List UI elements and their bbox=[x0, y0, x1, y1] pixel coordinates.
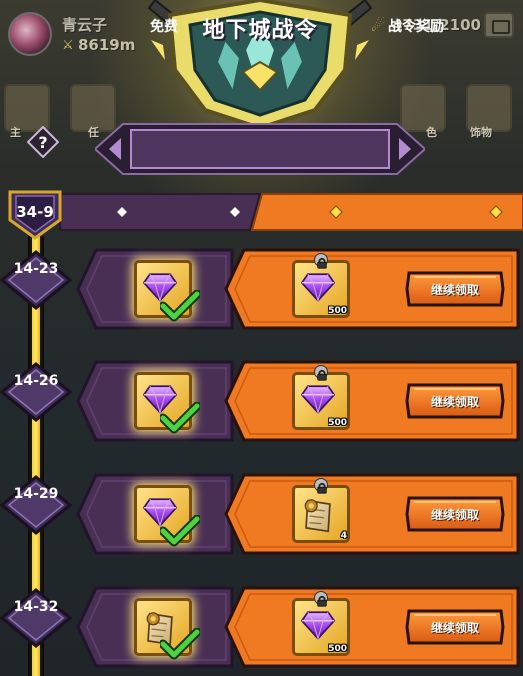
claimed-check bbox=[158, 627, 202, 664]
lock-icon bbox=[317, 595, 327, 607]
tab-header bbox=[59, 193, 523, 231]
row-level-diamond bbox=[0, 250, 72, 310]
row-level-text: 14-29 bbox=[13, 486, 59, 502]
free-reward-item[interactable] bbox=[134, 598, 202, 660]
item-count: 4 bbox=[340, 531, 347, 541]
paid-reward-item[interactable]: 4 bbox=[292, 478, 350, 543]
paid-reward-item[interactable]: 500 bbox=[292, 365, 350, 430]
current-level-text: 34-9 bbox=[16, 203, 54, 221]
help-button[interactable]: ? bbox=[27, 126, 59, 158]
reward-row: 14-29 4 继续领取 bbox=[0, 473, 523, 561]
continue-claim-button[interactable]: 继续领取 bbox=[405, 270, 505, 308]
claim-button-label: 继续领取 bbox=[430, 508, 479, 522]
lock-badge bbox=[314, 365, 328, 381]
title-banner bbox=[95, 123, 425, 175]
paid-reward-item[interactable]: 500 bbox=[292, 253, 350, 318]
tab-paid[interactable]: 战令奖励 bbox=[388, 16, 444, 36]
free-reward-item[interactable] bbox=[134, 372, 202, 434]
purple-gem-icon bbox=[300, 273, 336, 303]
checkmark-icon bbox=[158, 289, 202, 322]
row-level-diamond bbox=[0, 362, 72, 422]
checkmark-icon bbox=[158, 627, 202, 660]
item-slot-icon bbox=[300, 272, 336, 306]
player-avatar[interactable] bbox=[8, 12, 52, 56]
continue-claim-button[interactable]: 继续领取 bbox=[405, 495, 505, 533]
purple-gem-icon bbox=[300, 385, 336, 415]
checkmark-icon bbox=[158, 401, 202, 434]
reward-row: 14-32 500 继续领取 bbox=[0, 586, 523, 674]
row-level-text: 14-26 bbox=[13, 373, 59, 389]
free-reward-item[interactable] bbox=[134, 485, 202, 547]
tab-free[interactable]: 免费 bbox=[150, 16, 178, 36]
free-reward-item[interactable] bbox=[134, 260, 202, 322]
side-button-main-label: 主 bbox=[10, 126, 21, 139]
row-level-text: 14-23 bbox=[13, 261, 59, 277]
paid-reward-item[interactable]: 500 bbox=[292, 591, 350, 656]
scroll-icon bbox=[304, 499, 331, 533]
item-count: 500 bbox=[328, 418, 347, 428]
power-icon: ⚔ bbox=[62, 38, 74, 53]
row-level-diamond bbox=[0, 475, 72, 535]
question-icon: ? bbox=[38, 133, 47, 152]
checkmark-icon bbox=[158, 514, 202, 547]
claimed-check bbox=[158, 514, 202, 551]
item-slot-icon bbox=[300, 610, 336, 644]
claim-button-label: 继续领取 bbox=[430, 283, 479, 297]
reward-row: 14-23 500 继续领取 bbox=[0, 248, 523, 336]
claim-button-label: 继续领取 bbox=[430, 395, 479, 409]
row-level-text: 14-32 bbox=[13, 599, 59, 615]
item-slot-icon bbox=[300, 384, 336, 418]
energy-add-button[interactable] bbox=[484, 12, 514, 38]
side-button-accessory-label: 饰物 bbox=[470, 126, 492, 139]
lock-icon bbox=[317, 369, 327, 381]
purple-gem-icon bbox=[300, 611, 336, 641]
lock-badge bbox=[314, 591, 328, 607]
lock-icon bbox=[317, 482, 327, 494]
claimed-check bbox=[158, 401, 202, 438]
lock-icon bbox=[317, 257, 327, 269]
page-title: 地下城战令 bbox=[202, 18, 318, 43]
claim-button-label: 继续领取 bbox=[430, 621, 479, 635]
item-count: 500 bbox=[328, 644, 347, 654]
continue-claim-button[interactable]: 继续领取 bbox=[405, 608, 505, 646]
item-count: 500 bbox=[328, 306, 347, 316]
item-slot-icon bbox=[301, 497, 335, 539]
claimed-check bbox=[158, 289, 202, 326]
lock-badge bbox=[314, 478, 328, 494]
continue-claim-button[interactable]: 继续领取 bbox=[405, 382, 505, 420]
side-button-color-label: 色 bbox=[426, 126, 437, 139]
row-level-diamond bbox=[0, 588, 72, 648]
reward-row: 14-26 500 继续领取 bbox=[0, 360, 523, 448]
lock-badge bbox=[314, 253, 328, 269]
